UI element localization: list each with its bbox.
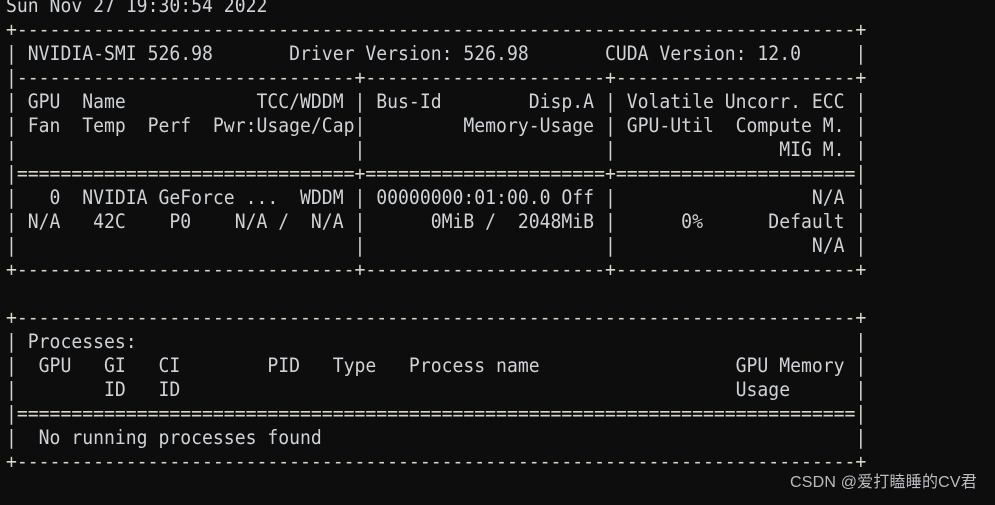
console-line-gpu-head-3: | | | MIG M. | bbox=[6, 138, 867, 161]
console-line-gpu-head-2: | Fan Temp Perf Pwr:Usage/Cap| Memory-Us… bbox=[6, 114, 867, 137]
console-line-gpu-row-0-line-1: | 0 NVIDIA GeForce ... WDDM | 00000000:0… bbox=[6, 186, 867, 209]
console-line-top-border: +---------------------------------------… bbox=[6, 18, 867, 41]
console-line-gpu-head-1: | GPU Name TCC/WDDM | Bus-Id Disp.A | Vo… bbox=[6, 90, 867, 113]
console-line-version-sep: |-------------------------------+-------… bbox=[6, 66, 867, 89]
nvidia-smi-output: Sun Nov 27 19:30:54 2022 +---------------… bbox=[6, 0, 944, 474]
console-line-gpu-head-sep: |===============================+=======… bbox=[6, 162, 867, 185]
csdn-watermark: CSDN @爱打瞌睡的CV君 bbox=[789, 474, 977, 491]
console-line-proc-head-2: | ID ID Usage | bbox=[6, 378, 867, 401]
console-line-proc-empty: | No running processes found | bbox=[6, 426, 867, 449]
console-line-gpu-bottom-border: +-------------------------------+-------… bbox=[6, 258, 867, 281]
console-line-proc-head-sep: |=======================================… bbox=[6, 402, 867, 425]
console-line-proc-bottom-border: +---------------------------------------… bbox=[6, 450, 867, 473]
console-line-gpu-row-0-line-2: | N/A 42C P0 N/A / N/A | 0MiB / 2048MiB … bbox=[6, 210, 867, 233]
terminal-window[interactable]: Sun Nov 27 19:30:54 2022 +---------------… bbox=[0, 0, 995, 505]
console-line-proc-title: | Processes: | bbox=[6, 330, 867, 353]
console-line-gpu-row-0-line-3: | | | N/A | bbox=[6, 234, 867, 257]
console-line-date: Sun Nov 27 19:30:54 2022 bbox=[6, 0, 268, 17]
console-line-proc-top-border: +---------------------------------------… bbox=[6, 306, 867, 329]
console-line-proc-head-1: | GPU GI CI PID Type Process name GPU Me… bbox=[6, 354, 867, 377]
console-line-spacer-1 bbox=[6, 282, 944, 306]
console-line-version-row: | NVIDIA-SMI 526.98 Driver Version: 526.… bbox=[6, 42, 867, 65]
